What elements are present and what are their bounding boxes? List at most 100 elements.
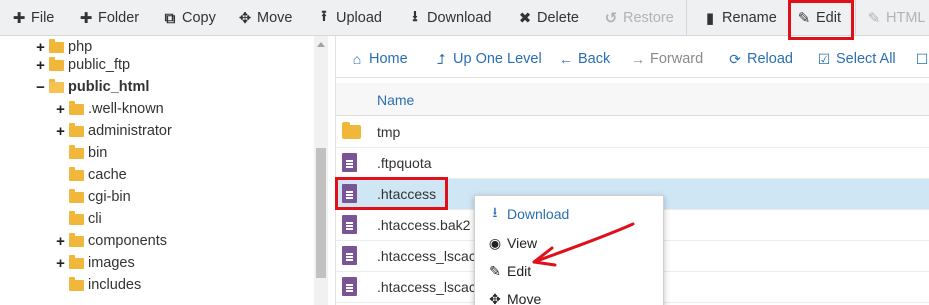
new-folder-label: Folder [98,10,140,26]
download-button[interactable]: ⭳ Download [407,0,492,36]
download-label: Download [427,10,492,26]
folder-icon [69,144,84,159]
collapse-icon[interactable]: − [34,79,47,96]
table-row[interactable]: tmp [336,117,929,148]
move-icon: ✥ [489,290,501,305]
htaccess-row-highlight [335,177,448,210]
context-edit-item[interactable]: ✎ Edit [487,259,531,283]
checkbox-checked-icon: ☑ [817,50,831,67]
rename-button[interactable]: ▮ Rename [702,0,777,36]
context-download-item[interactable]: ⭳ Download [487,202,570,226]
folder-icon [69,166,84,181]
tree-item-administrator[interactable]: + administrator [54,120,172,142]
unselect-all-button[interactable]: ☐ [914,44,929,74]
close-icon: ✖ [518,10,532,27]
expand-icon[interactable]: + [54,101,67,118]
upload-button[interactable]: ⭱ Upload [316,0,382,36]
download-icon: ⭳ [412,7,418,25]
navigation-bar: ⌂ Home ⮥ Up One Level ← Back → Forward ⟳… [336,44,929,78]
folder-icon [69,254,84,269]
delete-label: Delete [537,10,579,26]
home-button[interactable]: ⌂ Home [349,44,408,74]
text-file-icon [342,277,357,299]
expand-icon[interactable]: + [54,255,67,272]
file-name: .htaccess.bak2 [377,217,471,233]
copy-label: Copy [182,10,216,26]
tree-item-cli[interactable]: cli [54,208,102,230]
table-row[interactable]: .ftpquota [336,148,929,179]
folder-icon [49,38,64,53]
expand-icon[interactable]: + [34,39,47,56]
eye-icon: ◉ [488,234,502,251]
toolbar-divider [855,0,856,36]
scroll-up-arrow-icon[interactable] [317,42,325,47]
file-icon: ▮ [705,10,715,27]
reload-icon: ⟳ [729,50,741,67]
tree-item-components[interactable]: + components [54,230,167,252]
context-move-item[interactable]: ✥ Move [487,287,541,305]
expand-icon[interactable]: + [54,233,67,250]
tree-item-cgi-bin[interactable]: cgi-bin [54,186,131,208]
text-file-icon [342,153,357,175]
plus-icon: ✚ [79,10,93,27]
tree-item-images[interactable]: + images [54,252,135,274]
context-download-label: Download [507,206,570,222]
folder-icon [69,100,84,115]
arrow-left-icon: ← [559,51,573,67]
copy-button[interactable]: ⧉ Copy [162,0,216,36]
reload-button[interactable]: ⟳ Reload [727,44,793,74]
tree-item-label: .well-known [88,101,164,117]
tree-item-label: components [88,233,167,249]
tree-item-includes[interactable]: includes [54,274,141,296]
new-file-button[interactable]: ✚ File [11,0,55,36]
html-editor-button[interactable]: ✎ HTML E [866,0,929,36]
table-header: Name [336,83,929,116]
delete-button[interactable]: ✖ Delete [517,0,579,36]
tree-item-bin[interactable]: bin [54,142,107,164]
copy-icon: ⧉ [164,9,176,27]
file-manager: ✚ File ✚ Folder ⧉ Copy ✥ Move ⭱ Upload ⭳… [0,0,929,305]
tree-item-label: cache [88,167,127,183]
folder-icon [49,56,64,71]
move-button[interactable]: ✥ Move [237,0,293,36]
context-view-item[interactable]: ◉ View [487,231,537,255]
tree-item-label: php [68,39,93,55]
expand-icon[interactable]: + [54,123,67,140]
restore-button[interactable]: ↺ Restore [603,0,674,36]
folder-icon [342,122,361,139]
back-button[interactable]: ← Back [558,44,610,74]
forward-button[interactable]: → Forward [630,44,703,74]
text-file-icon [342,215,357,237]
move-label: Move [257,10,293,26]
tree-item-label: public_html [68,79,150,95]
tree-item-label: images [88,255,135,271]
download-icon: ⭳ [492,204,498,220]
up-one-level-button[interactable]: ⮥ Up One Level [433,44,542,74]
home-label: Home [369,51,408,67]
toolbar-divider [686,0,687,36]
directory-tree: + php + public_ftp − public_html + .well… [0,36,314,305]
expand-icon[interactable]: + [34,57,47,74]
folder-icon [69,210,84,225]
file-name: .htaccess_lscac [377,248,476,264]
context-edit-label: Edit [507,263,532,279]
tree-scrollbar[interactable] [314,36,328,305]
context-menu: ⭳ Download ◉ View ✎ Edit ✥ Move [474,195,664,305]
folder-icon [69,122,84,137]
reload-label: Reload [747,51,793,67]
tree-item-cache[interactable]: cache [54,164,127,186]
upload-icon: ⭱ [321,7,327,25]
tree-item-public-html[interactable]: − public_html [34,76,149,98]
html-editor-label: HTML E [886,10,929,26]
tree-item-well-known[interactable]: + .well-known [54,98,164,120]
folder-icon [69,276,84,291]
checkbox-empty-icon: ☐ [915,50,929,67]
context-view-label: View [507,235,538,251]
select-all-label: Select All [836,51,896,67]
text-file-icon [342,246,357,268]
select-all-button[interactable]: ☑ Select All [816,44,896,74]
new-folder-button[interactable]: ✚ Folder [78,0,139,36]
tree-item-public-ftp[interactable]: + public_ftp [34,54,130,76]
column-header-name[interactable]: Name [377,92,414,108]
scroll-thumb[interactable] [316,148,326,278]
